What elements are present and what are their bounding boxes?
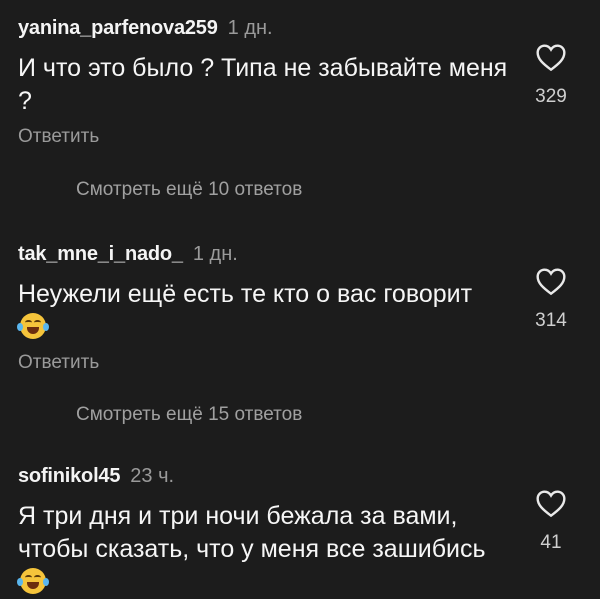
heart-outline-icon[interactable] bbox=[535, 266, 567, 296]
face-with-tears-of-joy-icon bbox=[17, 313, 49, 339]
comment-text-content: Я три дня и три ночи бежала за вами, что… bbox=[18, 502, 486, 563]
reply-button[interactable]: Ответить bbox=[18, 126, 99, 148]
comment-text-content: Неужели ещё есть те кто о вас говорит bbox=[18, 280, 473, 308]
like-count: 329 bbox=[535, 86, 567, 107]
heart-outline-icon[interactable] bbox=[535, 42, 567, 72]
comment-meta: yanina_parfenova259 1 дн. bbox=[18, 16, 273, 40]
comment-text: Неужели ещё есть те кто о вас говорит bbox=[17, 278, 508, 344]
comment-username[interactable]: sofinikol45 bbox=[18, 465, 120, 487]
face-with-tears-of-joy-icon bbox=[17, 568, 49, 594]
comment-time: 1 дн. bbox=[192, 243, 238, 265]
comment-text-content: И что это было ? Типа не забывайте меня … bbox=[18, 54, 508, 115]
heart-outline-icon[interactable] bbox=[535, 488, 567, 518]
comment-text: И что это было ? Типа не забывайте меня … bbox=[18, 52, 508, 118]
comment-text: Я три дня и три ночи бежала за вами, что… bbox=[17, 500, 488, 599]
view-more-replies-button[interactable]: Смотреть ещё 15 ответов bbox=[76, 404, 302, 426]
like-count: 41 bbox=[540, 532, 562, 553]
like-count: 314 bbox=[535, 310, 567, 331]
comment-time: 1 дн. bbox=[227, 17, 273, 39]
comment-meta: sofinikol45 23 ч. bbox=[18, 464, 174, 488]
reply-button[interactable]: Ответить bbox=[18, 352, 99, 374]
comment-username[interactable]: yanina_parfenova259 bbox=[18, 17, 218, 39]
comment-meta: tak_mne_i_nado_ 1 дн. bbox=[18, 242, 238, 266]
view-more-replies-button[interactable]: Смотреть ещё 10 ответов bbox=[76, 179, 302, 201]
comment-time: 23 ч. bbox=[130, 465, 175, 487]
comment-username[interactable]: tak_mne_i_nado_ bbox=[18, 243, 183, 265]
